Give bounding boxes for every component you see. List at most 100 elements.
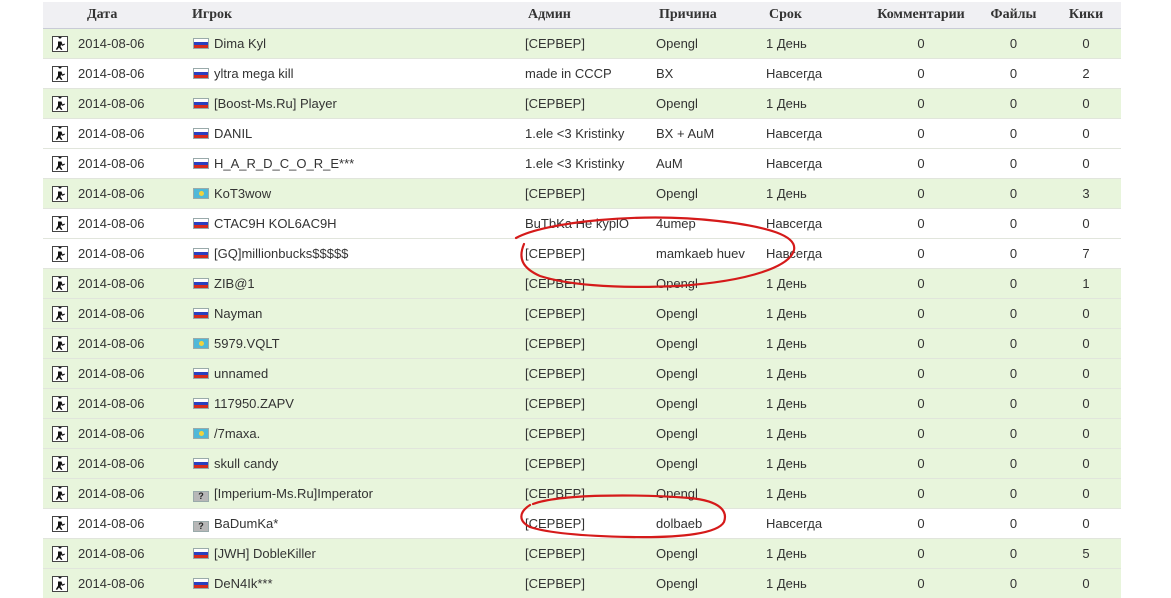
comments-count: 0	[866, 239, 976, 269]
table-row[interactable]: 2014-08-065979.VQLT[СЕРВЕР]Opengl1 День0…	[43, 329, 1121, 359]
player-name[interactable]: skull candy	[214, 456, 278, 471]
table-row[interactable]: 2014-08-06?BaDumKa*[СЕРВЕР]dolbaebНавсег…	[43, 509, 1121, 539]
unknown-flag-glyph: ?	[198, 491, 204, 501]
player-name[interactable]: 5979.VQLT	[214, 336, 280, 351]
ban-date: 2014-08-06	[78, 359, 188, 389]
player-name[interactable]: [Imperium-Ms.Ru]Imperator	[214, 486, 373, 501]
ban-date: 2014-08-06	[78, 509, 188, 539]
player-cell: Dima Kyl	[188, 29, 525, 59]
player-cell: unnamed	[188, 359, 525, 389]
player-name[interactable]: H_A_R_D_C_O_R_E***	[214, 156, 354, 171]
ban-term: Навсегда	[766, 239, 866, 269]
counter-strike-game-icon	[52, 366, 68, 382]
player-name[interactable]: yltra mega kill	[214, 66, 293, 81]
table-row[interactable]: 2014-08-06[GQ]millionbucks$$$$$[СЕРВЕР]m…	[43, 239, 1121, 269]
table-row[interactable]: 2014-08-06H_A_R_D_C_O_R_E***1.ele <3 Kri…	[43, 149, 1121, 179]
table-row[interactable]: 2014-08-06/7maxa.[СЕРВЕР]Opengl1 День000	[43, 419, 1121, 449]
ban-date: 2014-08-06	[78, 479, 188, 509]
counter-strike-game-icon	[52, 126, 68, 142]
col-comments-header[interactable]: Комментарии	[866, 2, 976, 29]
ban-date: 2014-08-06	[78, 89, 188, 119]
table-row[interactable]: 2014-08-06KoT3wow[СЕРВЕР]Opengl1 День003	[43, 179, 1121, 209]
files-count: 0	[976, 299, 1051, 329]
player-name[interactable]: [GQ]millionbucks$$$$$	[214, 246, 348, 261]
ban-reason: Opengl	[656, 539, 766, 569]
table-row[interactable]: 2014-08-06117950.ZAPV[СЕРВЕР]Opengl1 Ден…	[43, 389, 1121, 419]
comments-count: 0	[866, 359, 976, 389]
table-row[interactable]: 2014-08-06unnamed[СЕРВЕР]Opengl1 День000	[43, 359, 1121, 389]
player-cell: [GQ]millionbucks$$$$$	[188, 239, 525, 269]
ban-date: 2014-08-06	[78, 269, 188, 299]
player-name[interactable]: [JWH] DobleKiller	[214, 546, 316, 561]
player-name[interactable]: Dima Kyl	[214, 36, 266, 51]
ban-reason: AuM	[656, 149, 766, 179]
russia-flag-icon	[193, 248, 209, 259]
col-kicks-header[interactable]: Кики	[1051, 2, 1121, 29]
counter-strike-game-icon	[52, 96, 68, 112]
player-cell: ZIB@1	[188, 269, 525, 299]
files-count: 0	[976, 449, 1051, 479]
counter-strike-game-icon	[52, 576, 68, 592]
table-row[interactable]: 2014-08-06skull candy[СЕРВЕР]Opengl1 Ден…	[43, 449, 1121, 479]
kicks-count: 0	[1051, 119, 1121, 149]
col-files-header[interactable]: Файлы	[976, 2, 1051, 29]
col-term-header[interactable]: Срок	[766, 2, 866, 29]
kazakhstan-flag-icon	[193, 188, 209, 199]
col-player-header[interactable]: Игрок	[188, 2, 525, 29]
player-name[interactable]: 117950.ZAPV	[214, 396, 294, 411]
table-row[interactable]: 2014-08-06Nayman[СЕРВЕР]Opengl1 День000	[43, 299, 1121, 329]
ban-term: 1 День	[766, 569, 866, 598]
comments-count: 0	[866, 509, 976, 539]
player-name[interactable]: unnamed	[214, 366, 268, 381]
comments-count: 0	[866, 389, 976, 419]
kazakhstan-flag-icon	[193, 428, 209, 439]
ban-term: Навсегда	[766, 509, 866, 539]
table-row[interactable]: 2014-08-06?[Imperium-Ms.Ru]Imperator[СЕР…	[43, 479, 1121, 509]
player-name[interactable]: KoT3wow	[214, 186, 271, 201]
player-name[interactable]: DANIL	[214, 126, 252, 141]
admin-name: 1.ele <3 Kristinky	[525, 149, 656, 179]
table-row[interactable]: 2014-08-06 CTAC9H KOL6AC9H BuTbKa He kyplO…	[43, 209, 1121, 239]
ban-term: 1 День	[766, 329, 866, 359]
kicks-count: 0	[1051, 359, 1121, 389]
table-row[interactable]: 2014-08-06ZIB@1[СЕРВЕР]Opengl1 День001	[43, 269, 1121, 299]
kicks-count: 0	[1051, 209, 1121, 239]
counter-strike-game-icon	[52, 426, 68, 442]
table-row[interactable]: 2014-08-06DANIL1.ele <3 KristinkyBX + Au…	[43, 119, 1121, 149]
unknown-flag-icon: ?	[193, 491, 209, 502]
table-row[interactable]: 2014-08-06Dima Kyl[СЕРВЕР]Opengl1 День00…	[43, 29, 1121, 59]
files-count: 0	[976, 509, 1051, 539]
player-name[interactable]: ZIB@1	[214, 276, 255, 291]
ban-table: Дата Игрок Админ Причина Срок Комментари…	[43, 2, 1121, 598]
ban-date: 2014-08-06	[78, 209, 188, 239]
russia-flag-icon	[193, 158, 209, 169]
kicks-count: 0	[1051, 569, 1121, 598]
player-name[interactable]: BaDumKa*	[214, 516, 278, 531]
col-reason-header[interactable]: Причина	[656, 2, 766, 29]
player-name[interactable]: DeN4Ik***	[214, 576, 273, 591]
col-admin-header[interactable]: Админ	[525, 2, 656, 29]
unknown-flag-icon: ?	[193, 521, 209, 532]
table-row[interactable]: 2014-08-06DeN4Ik***[СЕРВЕР]Opengl1 День0…	[43, 569, 1121, 598]
player-name[interactable]: Nayman	[214, 306, 262, 321]
comments-count: 0	[866, 539, 976, 569]
table-row[interactable]: 2014-08-06[JWH] DobleKiller[СЕРВЕР]Openg…	[43, 539, 1121, 569]
ban-reason: Opengl	[656, 389, 766, 419]
ban-date: 2014-08-06	[78, 119, 188, 149]
russia-flag-icon	[193, 68, 209, 79]
table-row[interactable]: 2014-08-06[Boost-Ms.Ru] Player[СЕРВЕР]Op…	[43, 89, 1121, 119]
player-name[interactable]: /7maxa.	[214, 426, 260, 441]
col-date-header[interactable]: Дата	[78, 2, 188, 29]
table-row[interactable]: 2014-08-06yltra mega killmade in CCCPBXН…	[43, 59, 1121, 89]
files-count: 0	[976, 209, 1051, 239]
admin-name: BuTbKa He kyplO	[525, 209, 656, 239]
player-name[interactable]: CTAC9H KOL6AC9H	[214, 216, 337, 231]
russia-flag-icon	[193, 398, 209, 409]
counter-strike-game-icon	[52, 276, 68, 292]
ban-date: 2014-08-06	[78, 389, 188, 419]
admin-name: 1.ele <3 Kristinky	[525, 119, 656, 149]
files-count: 0	[976, 239, 1051, 269]
files-count: 0	[976, 539, 1051, 569]
kazakhstan-flag-icon	[193, 338, 209, 349]
player-name[interactable]: [Boost-Ms.Ru] Player	[214, 96, 337, 111]
